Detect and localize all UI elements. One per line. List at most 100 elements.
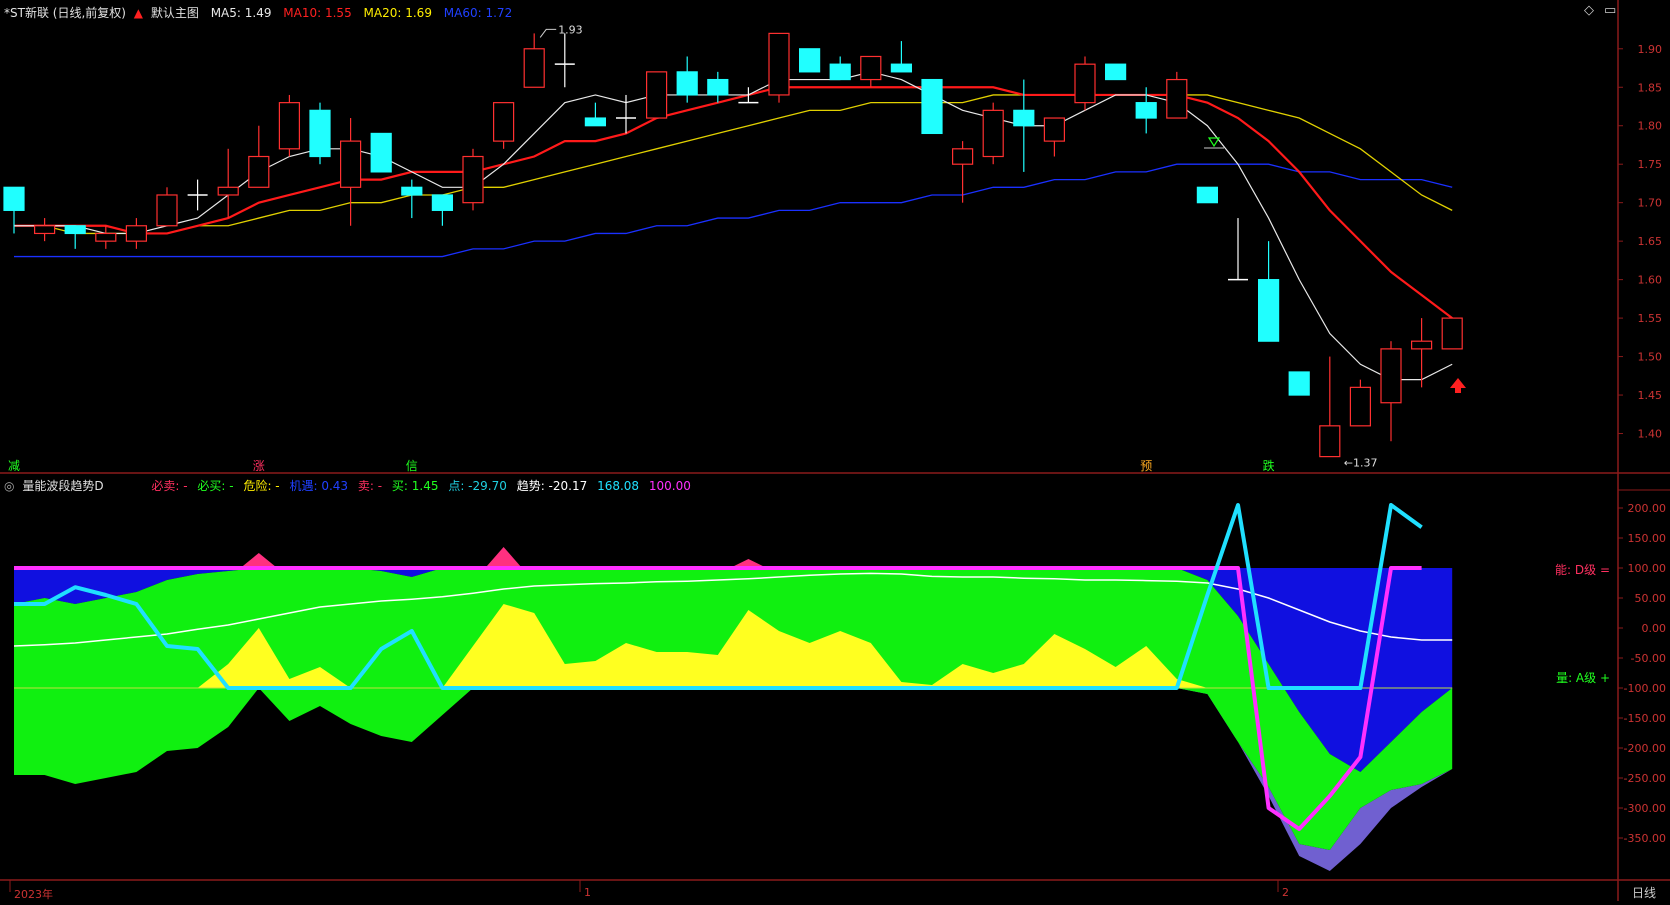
candle-body [1441,317,1463,350]
ma10-label: MA10: 1.55 [283,6,352,20]
low-marker-label: ←1.37 [1344,457,1378,470]
lower-item-8: 168.08 [597,479,640,493]
signal-3: 预 [1140,459,1152,473]
ma20-label: MA20: 1.69 [363,6,432,20]
candle-body [3,186,25,211]
lower-item-2: 危险: - [243,479,280,493]
pink-peak [240,553,278,568]
ma60-label: MA60: 1.72 [443,6,513,20]
candle-body [95,232,117,242]
stock-title[interactable]: *ST新联 (日线,前复权) [4,6,126,20]
candle [768,32,790,103]
upper-ytick-label: 1.60 [1638,274,1663,287]
upper-ytick-label: 1.40 [1638,428,1663,441]
candle [33,218,56,242]
candle [278,94,300,157]
candle [1380,341,1402,442]
lower-item-7: 趋势: -20.17 [516,479,588,493]
period-button[interactable]: 日线 [1632,884,1656,901]
candle-body [462,155,484,204]
candle [890,41,913,73]
upper-ytick-label: 1.50 [1638,351,1663,364]
candle [829,56,851,81]
candle [462,148,484,211]
candle [1288,371,1310,396]
candle-body [1196,186,1219,204]
candle-body [584,117,607,127]
candle-body [951,148,974,165]
candle-body [890,63,913,73]
candle-body [707,78,729,96]
chart-canvas[interactable]: 1.40 1.45 1.50 1.55 1.60 1.65 1.70 1.75 1.80 1.85… [0,0,1670,901]
red-up-arrow-icon: ▲ [133,6,144,20]
candle [1166,71,1188,119]
candle [64,225,86,249]
candle-body [1288,371,1310,396]
candle [401,179,423,219]
candle-body [125,225,148,242]
ma60-line [14,163,1453,258]
indicator-toggle-icon[interactable]: ◎ [4,479,14,493]
candle-body [1104,63,1127,81]
time-label-2: 2 [1282,886,1289,899]
window-icon[interactable]: ▭ [1604,3,1616,18]
upper-ytick-label: 1.80 [1638,120,1663,133]
time-label-0: 2023年 [14,888,53,901]
upper-ytick-label: 1.55 [1638,312,1663,325]
template-selector[interactable]: 默认主图 [151,6,199,20]
candle [370,132,392,173]
lower-item-0: 必卖: - [151,479,188,493]
lower-item-3: 机遇: 0.43 [289,479,349,493]
diamond-icon[interactable]: ◇ [1584,3,1594,18]
candle [1441,317,1463,350]
candle-body [156,194,178,227]
signal-2: 信 [406,459,418,473]
candle [707,71,729,103]
candle [523,33,545,88]
candle-body [860,55,882,81]
candle-body [64,225,86,235]
upper-ytick-label: 1.90 [1638,43,1663,56]
candle [340,118,362,226]
lower-item-4: 卖: - [357,479,383,493]
candle [1104,63,1127,81]
upper-ytick-label: 1.65 [1638,235,1663,248]
candle-body [1380,348,1402,404]
high-marker-arrow [539,28,557,38]
candle [676,56,698,103]
ma10-line [14,86,1453,319]
candle-body [217,186,239,196]
candle [217,148,239,219]
lower-ytick-label: -350.00 [1624,832,1666,845]
candle-body [33,225,56,235]
candle-body [1319,425,1341,458]
high-marker-label: 1.93 [558,23,583,36]
candle-body [1349,386,1372,427]
indicator-title[interactable]: 量能波段趋势D [22,479,103,493]
candle-body [1410,340,1433,350]
candle-body [645,71,668,119]
candle-body [1166,78,1188,119]
candle-body [1043,117,1066,142]
right-label-top: 能: D级 = [1555,563,1610,577]
upper-ytick-label: 1.70 [1638,197,1663,210]
candle-body [676,71,698,96]
chart-window: 1.40 1.45 1.50 1.55 1.60 1.65 1.70 1.75 1.80 1.85… [0,0,1670,901]
lower-item-5: 买: 1.45 [391,479,439,493]
candle-body [309,109,331,158]
candle-body [1074,63,1096,104]
candle [1257,241,1280,342]
lower-ytick-label: 150.00 [1628,532,1667,545]
upper-ytick-label: 1.75 [1638,158,1663,171]
candle [187,179,208,211]
candle [1043,117,1066,157]
signal-1: 涨 [253,458,265,473]
candle-body [829,63,851,81]
candle [860,55,882,88]
lower-header: ◎ 量能波段趋势D 必卖: - 必买: - 危险: - 机遇: 0.43 卖: … [4,477,691,494]
candle [1319,356,1341,458]
upper-ytick-label: 1.45 [1638,389,1663,402]
candle [1196,186,1219,204]
candle [982,102,1004,165]
candle [1074,56,1096,111]
